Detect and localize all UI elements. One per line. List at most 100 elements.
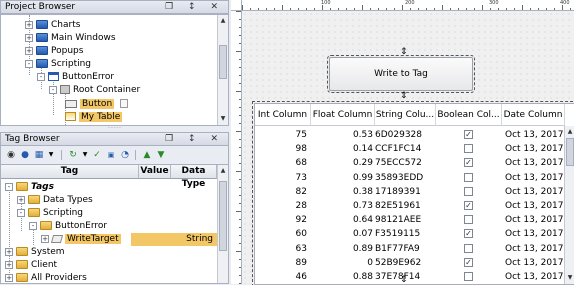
column-header-tag[interactable]: Tag (1, 165, 139, 179)
collapse-icon[interactable]: - (49, 85, 57, 94)
write-to-tag-button[interactable]: Write to Tag (327, 55, 475, 93)
tree-item-button[interactable]: Button (65, 98, 129, 111)
checkbox[interactable]: ✓ (464, 257, 473, 267)
import-icon[interactable]: ▲ (141, 149, 153, 161)
expand-icon[interactable]: + (25, 46, 33, 55)
checkbox[interactable] (464, 172, 473, 182)
tree-item-scripting[interactable]: - Scripting (25, 58, 91, 71)
table-row[interactable]: 60 0.07F3519115 ✓ Oct 13, 2017 ... (255, 227, 565, 241)
refresh-icon[interactable]: ↻ (67, 149, 79, 161)
tag-item-writetarget[interactable]: + WriteTarget String (41, 233, 217, 246)
tag-item-system[interactable]: + System (5, 246, 65, 259)
column-header-boolean[interactable]: Boolean Col... (436, 104, 502, 126)
scroll-up-icon[interactable]: ▲ (219, 167, 227, 175)
collapse-icon[interactable]: - (29, 221, 37, 230)
tree-item-my-table[interactable]: My Table (65, 111, 123, 124)
tag-item-client[interactable]: + Client (5, 259, 57, 272)
scrollbar-thumb[interactable] (566, 138, 574, 166)
table-row[interactable]: 460.8837E78F14Oct 13, 2017 ... (255, 270, 565, 284)
scroll-down-icon[interactable]: ▼ (566, 274, 574, 282)
tree-item-charts[interactable]: + Charts (25, 19, 80, 32)
tag-item-buttonerror[interactable]: - ButtonError (29, 220, 107, 233)
expand-icon[interactable]: + (25, 33, 33, 42)
table-row[interactable]: 68 0.2975ECC572 ✓ Oct 13, 2017 ... (255, 156, 565, 170)
tag-item-tags[interactable]: - Tags (5, 181, 54, 194)
new-tag-icon[interactable]: ✓ (91, 149, 103, 161)
expand-icon[interactable]: + (5, 273, 13, 282)
clock-icon[interactable]: ◔ (119, 149, 131, 161)
my-table[interactable]: Int Column Float Column String Colu... B… (252, 101, 574, 285)
binoculars-icon[interactable]: ◉ (5, 149, 17, 161)
scroll-up-icon[interactable]: ▲ (219, 17, 227, 25)
expand-icon[interactable]: + (17, 195, 25, 204)
collapse-icon[interactable]: - (5, 182, 13, 191)
expand-icon[interactable]: + (5, 260, 13, 269)
tag-item-data-types[interactable]: + Data Types (17, 194, 93, 207)
scroll-down-icon[interactable]: ▼ (219, 115, 227, 123)
tag-provider-icon[interactable]: ● (19, 149, 31, 161)
table-row[interactable]: 73 0.9935893EDD Oct 13, 2017 ... (255, 171, 565, 185)
collapse-icon[interactable]: - (17, 208, 25, 217)
date-cell: Oct 13, 2017 ... (505, 257, 563, 268)
tag-item-all-providers[interactable]: + All Providers (5, 272, 87, 283)
tree-item-popups[interactable]: + Popups (25, 45, 83, 58)
collapse-icon[interactable]: - (37, 72, 45, 81)
table-row[interactable]: 89 052B9E962 ✓ Oct 13, 2017 ... (255, 256, 565, 270)
checkbox[interactable] (464, 186, 473, 196)
tree-item-main-windows[interactable]: + Main Windows (25, 32, 116, 45)
table-row[interactable]: 28 0.7382E51961 ✓ Oct 13, 2017 ... (255, 199, 565, 213)
float-cell: 0.73 (352, 201, 373, 211)
ruler-tick (239, 179, 241, 180)
opc-icon[interactable]: ▣ (105, 149, 117, 161)
expand-icon[interactable]: + (41, 234, 49, 243)
expand-icon[interactable]: + (5, 247, 13, 256)
panel-controls[interactable]: ❐ ↕ ✕ (165, 133, 224, 145)
checkbox[interactable] (464, 144, 473, 154)
tag-tree-scrollbar[interactable]: ▲ (217, 165, 228, 283)
design-canvas[interactable]: ⇕ Write to Tag ⇕ Int Column Float Column… (242, 11, 574, 285)
project-tree-scrollbar[interactable]: ▲ ▼ (217, 15, 228, 125)
splitter[interactable]: ········· (0, 126, 229, 131)
column-header-string[interactable]: String Colu... (375, 104, 436, 126)
checkbox[interactable]: ✓ (464, 201, 473, 210)
container-icon (60, 85, 70, 94)
grid-icon[interactable]: ▦ (33, 149, 45, 161)
checkbox[interactable]: ✓ (464, 158, 473, 168)
dropdown-icon[interactable]: ▼ (45, 149, 57, 161)
column-header-int[interactable]: Int Column (255, 104, 311, 126)
export-icon[interactable]: ▼ (155, 149, 167, 161)
checkbox[interactable]: ✓ (464, 229, 473, 239)
expand-icon[interactable]: + (25, 20, 33, 29)
column-header-float[interactable]: Float Column (311, 104, 375, 126)
scroll-up-icon[interactable]: ▲ (566, 128, 574, 136)
ruler-tick (386, 8, 387, 10)
column-header-value[interactable]: Value (139, 165, 171, 179)
checkbox[interactable] (464, 272, 473, 281)
tag-item-scripting[interactable]: - Scripting (17, 207, 83, 220)
checkbox[interactable] (464, 215, 473, 225)
ruler-tick (239, 195, 241, 196)
tree-item-buttonerror[interactable]: - ButtonError (37, 71, 114, 84)
collapse-icon[interactable]: - (25, 59, 33, 68)
ruler-tick (239, 155, 241, 156)
table-scrollbar[interactable]: ▲ ▼ (564, 126, 574, 284)
move-handle-icon[interactable]: ⇕ (400, 47, 408, 57)
table-row[interactable]: 63 0.89B1F77FA9 Oct 13, 2017 ... (255, 242, 565, 256)
column-header-data-type[interactable]: Data Type (171, 165, 217, 189)
scrollbar-thumb[interactable] (219, 181, 227, 251)
table-row[interactable]: 82 0.3817189391 Oct 13, 2017 ... (255, 185, 565, 199)
checkbox[interactable] (464, 243, 473, 253)
table-row[interactable]: 75 0.536D029328 ✓ Oct 13, 2017 ... (255, 128, 565, 142)
tag-icon (50, 234, 64, 243)
panel-controls[interactable]: ❐ ↕ ✕ (165, 1, 224, 13)
scrollbar-thumb[interactable] (219, 45, 227, 79)
dropdown-icon[interactable]: ▼ (79, 149, 91, 161)
string-cell: 75ECC572 (375, 158, 422, 169)
int-cell: 63 (295, 243, 307, 254)
table-row[interactable]: 98 0.14CCF1FC14 Oct 13, 2017 ... (255, 142, 565, 156)
checkbox[interactable]: ✓ (464, 130, 473, 139)
column-header-date[interactable]: Date Column (502, 104, 565, 126)
table-row[interactable]: 92 0.6498121AEE Oct 13, 2017 ... (255, 213, 565, 227)
tree-item-root-container[interactable]: - Root Container (49, 84, 140, 97)
move-handle-icon[interactable]: ⇕ (400, 91, 408, 101)
